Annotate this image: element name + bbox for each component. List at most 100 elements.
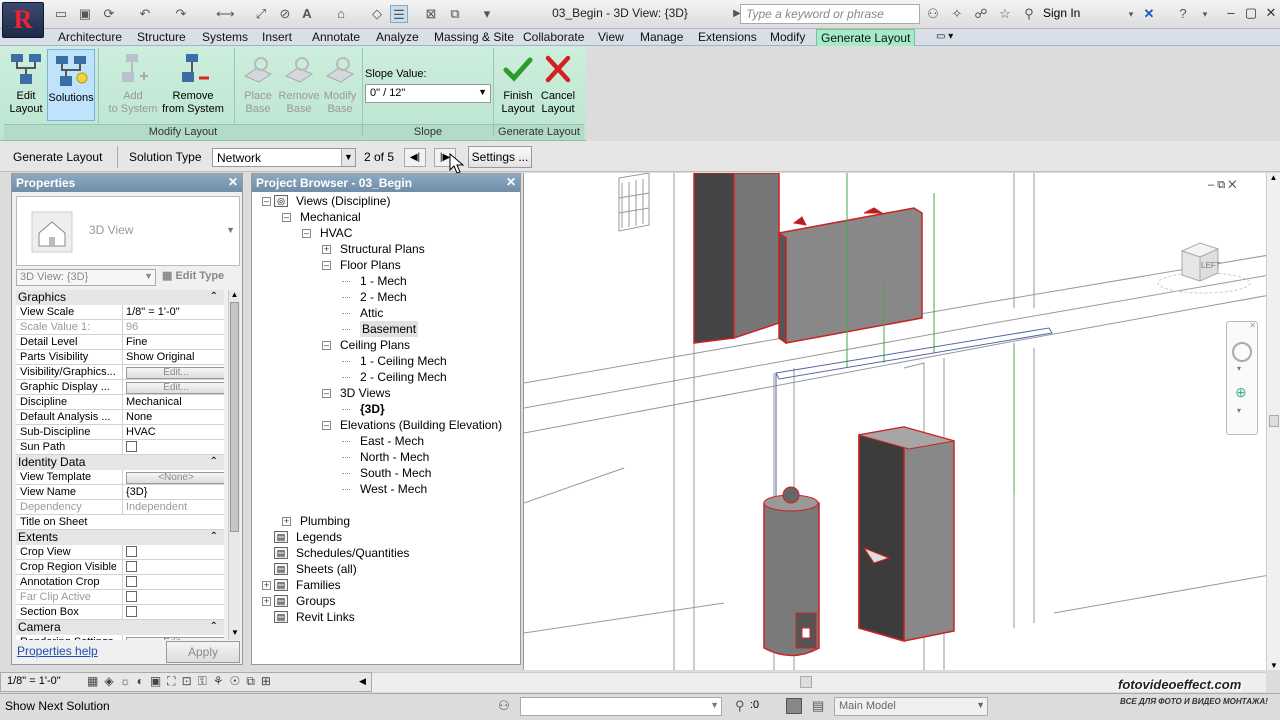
browser-node[interactable]: North - Mech <box>360 449 429 465</box>
design-options-icon[interactable]: ▤ <box>812 698 824 714</box>
exchange-apps-icon[interactable]: ✕ <box>1140 5 1158 23</box>
browser-node[interactable]: 1 - Mech <box>360 273 407 289</box>
collapse-icon[interactable]: – <box>282 213 291 222</box>
property-edit-button[interactable]: Edit... <box>126 367 224 379</box>
tab-annotate[interactable]: Annotate <box>308 29 364 46</box>
rendering-icon[interactable]: ▣ <box>150 674 167 688</box>
browser-node[interactable]: East - Mech <box>360 433 424 449</box>
viewport-vertical-scrollbar[interactable]: ▲ ▼ <box>1266 173 1280 670</box>
collapse-icon[interactable]: – <box>322 389 331 398</box>
chevron-down-icon[interactable]: ▾ <box>1237 364 1241 373</box>
tab-massing-site[interactable]: Massing & Site <box>430 29 518 46</box>
tab-generate-layout[interactable]: Generate Layout <box>816 29 916 46</box>
visual-style-icon[interactable]: ◈ <box>104 674 119 688</box>
property-value[interactable]: {3D} <box>122 485 224 499</box>
minimize-icon[interactable]: – <box>1222 4 1240 22</box>
switch-windows-icon[interactable]: ⧉ <box>446 5 464 23</box>
view-minimize-icon[interactable]: – <box>1208 179 1214 191</box>
communication-icon[interactable]: ☍ <box>972 5 990 23</box>
place-base-button[interactable]: Place Base <box>238 48 278 120</box>
close-icon[interactable]: ✕ <box>228 175 238 189</box>
browser-node[interactable]: 2 - Mech <box>360 289 407 305</box>
tab-manage[interactable]: Manage <box>636 29 687 46</box>
qat-dropdown-icon[interactable]: ▾ <box>478 5 496 23</box>
property-value[interactable]: Show Original <box>122 350 224 364</box>
tab-analyze[interactable]: Analyze <box>372 29 423 46</box>
ribbon-minimize-toggle-icon[interactable]: ▭ ▾ <box>932 29 957 46</box>
boiler-unit[interactable] <box>858 426 955 642</box>
property-checkbox[interactable] <box>126 441 137 452</box>
zoom-region-icon[interactable]: ⊕ <box>1235 384 1247 401</box>
shadows-icon[interactable]: ◐ <box>137 674 150 688</box>
binoculars-icon[interactable]: ⚇ <box>924 5 942 23</box>
filter-icon[interactable]: ⚲ <box>735 698 745 714</box>
slope-value-select[interactable]: 0" / 12" ▼ <box>365 84 491 103</box>
edit-type-button[interactable]: ▦ Edit Type <box>162 269 238 286</box>
browser-node[interactable]: Views (Discipline) <box>296 193 390 209</box>
tab-extensions[interactable]: Extensions <box>694 29 761 46</box>
scroll-down-icon[interactable]: ▼ <box>229 628 241 640</box>
dimension-icon[interactable]: ⤢ <box>252 5 270 23</box>
add-to-system-button[interactable]: Add to System <box>104 48 162 120</box>
sign-in-dropdown-icon[interactable]: ▾ <box>1122 5 1140 23</box>
scroll-left-icon[interactable]: ◀ <box>359 676 366 687</box>
chevron-down-icon[interactable]: ▾ <box>1237 406 1241 415</box>
properties-help-link[interactable]: Properties help <box>17 644 98 658</box>
expand-icon[interactable]: + <box>282 517 291 526</box>
scroll-thumb[interactable] <box>1269 415 1279 427</box>
text-icon[interactable]: A <box>298 5 316 23</box>
property-edit-button[interactable]: <None> <box>126 472 224 484</box>
browser-node[interactable]: South - Mech <box>360 465 431 481</box>
sync-icon[interactable]: ⟳ <box>100 5 118 23</box>
browser-node[interactable]: Attic <box>360 305 383 321</box>
apply-button[interactable]: Apply <box>166 641 240 663</box>
lock-3d-icon[interactable]: ⚿ <box>198 674 213 688</box>
expand-icon[interactable]: + <box>322 245 331 254</box>
browser-node[interactable]: Families <box>296 577 341 593</box>
redo-icon[interactable]: ↷ <box>172 5 190 23</box>
subscription-icon[interactable]: ✧ <box>948 5 966 23</box>
search-input[interactable]: Type a keyword or phrase <box>740 4 920 24</box>
worksharing-icon[interactable]: ⧉ <box>246 674 261 688</box>
previous-solution-button[interactable]: ◀| <box>404 148 426 167</box>
viewcube[interactable]: LEFT <box>1154 237 1254 297</box>
temporary-hide-icon[interactable]: ⚘ <box>213 674 230 688</box>
analysis-icon[interactable]: ⊞ <box>261 674 277 688</box>
property-value[interactable]: Edit... <box>122 365 224 379</box>
property-checkbox[interactable] <box>126 546 137 557</box>
thin-lines-icon[interactable]: ☰ <box>390 5 408 23</box>
expand-icon[interactable]: + <box>262 597 271 606</box>
remove-base-button[interactable]: Remove Base <box>278 48 320 120</box>
sun-path-icon[interactable]: ☼ <box>120 674 137 688</box>
close-icon[interactable]: ✕ <box>506 175 516 189</box>
browser-node[interactable]: {3D} <box>360 401 385 417</box>
view-restore-icon[interactable]: ⧉ <box>1217 179 1225 191</box>
browser-node[interactable]: Basement <box>360 321 419 337</box>
tab-modify[interactable]: Modify <box>766 29 809 46</box>
property-value[interactable] <box>122 575 224 591</box>
detail-level-icon[interactable]: ▦ <box>87 674 104 688</box>
browser-node[interactable]: Plumbing <box>300 513 350 529</box>
collapse-icon[interactable]: – <box>322 421 331 430</box>
property-checkbox[interactable] <box>126 561 137 572</box>
sign-in-link[interactable]: Sign In <box>1043 6 1080 20</box>
tag-icon[interactable]: ⊘ <box>276 5 294 23</box>
save-icon[interactable]: ▣ <box>76 5 94 23</box>
property-group-header[interactable]: Graphics ⌃ <box>16 290 224 305</box>
tab-architecture[interactable]: Architecture <box>54 29 126 46</box>
collapse-icon[interactable]: – <box>262 197 271 206</box>
3d-viewport[interactable]: LEFT – ⧉ ✕ ✕ ▾ ⊕ ▾ ▲ ▼ <box>523 173 1280 670</box>
property-value[interactable]: Fine <box>122 335 224 349</box>
reveal-hidden-icon[interactable]: ☉ <box>230 674 247 688</box>
property-value[interactable] <box>122 560 224 576</box>
tab-insert[interactable]: Insert <box>258 29 296 46</box>
property-value[interactable]: 1/8" = 1'-0" <box>122 305 224 319</box>
tab-systems[interactable]: Systems <box>198 29 252 46</box>
property-value[interactable] <box>122 605 224 621</box>
section-icon[interactable]: ◇ <box>368 5 386 23</box>
property-group-header[interactable]: Identity Data ⌃ <box>16 455 224 470</box>
browser-node[interactable]: HVAC <box>320 225 352 241</box>
browser-node[interactable]: Legends <box>296 529 342 545</box>
undo-icon[interactable]: ↶ <box>136 5 154 23</box>
browser-node[interactable]: 1 - Ceiling Mech <box>360 353 447 369</box>
